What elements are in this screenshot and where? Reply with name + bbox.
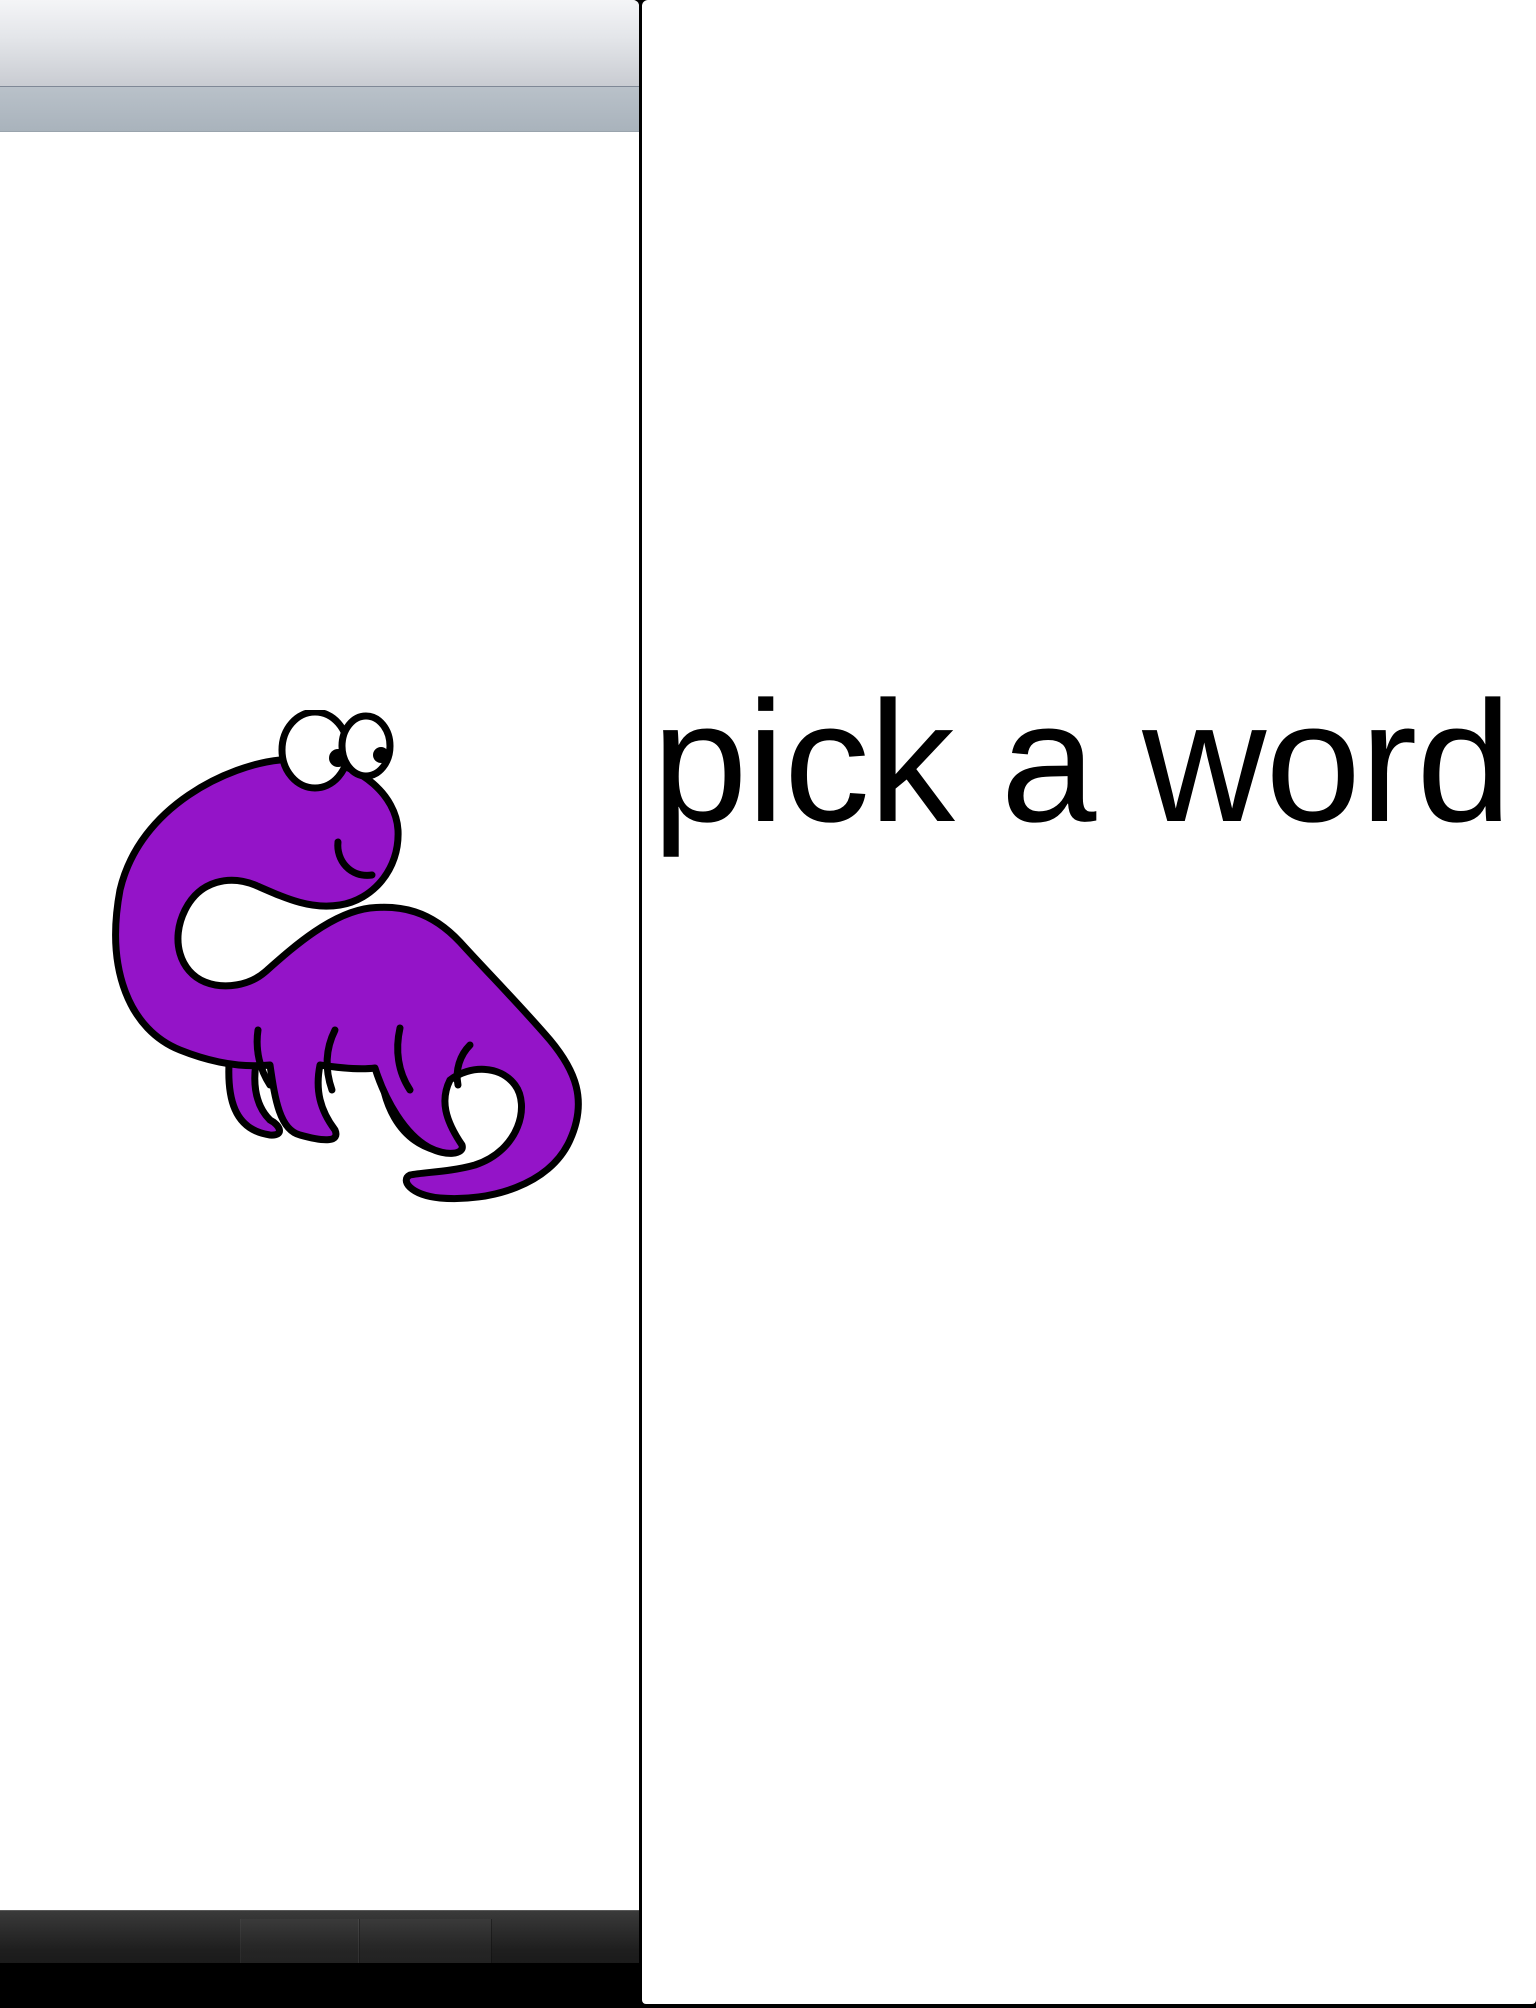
navigation-bar bbox=[0, 0, 639, 87]
detail-pane: pick a word bbox=[642, 0, 1536, 2004]
prompt-text: pick a word bbox=[652, 666, 1512, 858]
bottom-toolbar bbox=[0, 1910, 639, 2008]
toolbar-base bbox=[0, 1963, 639, 2008]
app-screen: pick a word bbox=[0, 0, 1536, 2008]
sub-toolbar bbox=[0, 87, 639, 132]
master-pane bbox=[0, 0, 639, 2008]
purple-dinosaur-icon bbox=[112, 710, 582, 1203]
